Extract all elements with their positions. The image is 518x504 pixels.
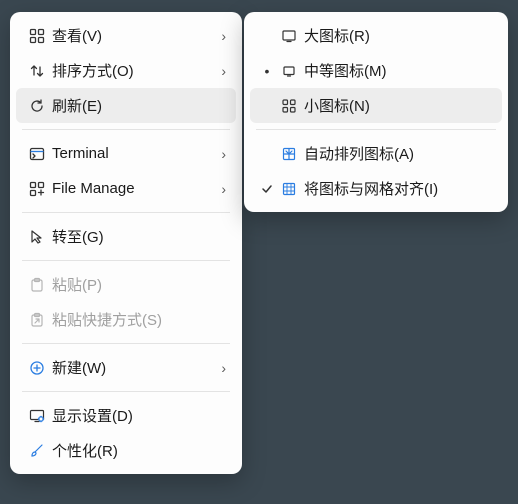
menu-item-personalize[interactable]: 个性化(R) xyxy=(16,433,236,468)
menu-label: 排序方式(O) xyxy=(50,60,212,81)
menu-separator xyxy=(22,212,230,213)
view-submenu: 大图标(R) • 中等图标(M) 小图标(N) xyxy=(244,12,508,212)
menu-label: 新建(W) xyxy=(50,357,212,378)
large-icons-icon xyxy=(276,28,302,44)
chevron-right-icon: › xyxy=(212,28,226,44)
menu-separator xyxy=(256,129,496,130)
menu-label: 粘贴快捷方式(S) xyxy=(50,309,226,330)
sort-icon xyxy=(24,63,50,79)
menu-label: 粘贴(P) xyxy=(50,274,226,295)
cursor-icon xyxy=(24,229,50,245)
medium-icons-icon xyxy=(276,63,302,79)
chevron-right-icon: › xyxy=(212,146,226,162)
refresh-icon xyxy=(24,98,50,114)
brush-icon xyxy=(24,443,50,459)
chevron-right-icon: › xyxy=(212,360,226,376)
submenu-item-auto-arrange[interactable]: 自动排列图标(A) xyxy=(250,136,502,171)
align-grid-icon xyxy=(276,181,302,197)
menu-separator xyxy=(22,129,230,130)
menu-item-new[interactable]: 新建(W) › xyxy=(16,350,236,385)
menu-item-terminal[interactable]: Terminal › xyxy=(16,136,236,171)
chevron-right-icon: › xyxy=(212,63,226,79)
menu-label: 刷新(E) xyxy=(50,95,226,116)
menu-item-view[interactable]: 查看(V) › xyxy=(16,18,236,53)
menu-label: 小图标(N) xyxy=(302,95,492,116)
menu-item-goto[interactable]: 转至(G) xyxy=(16,219,236,254)
chevron-right-icon: › xyxy=(212,181,226,197)
menu-label: Terminal xyxy=(50,145,212,162)
small-icons-icon xyxy=(276,98,302,114)
menu-label: File Manage xyxy=(50,180,212,197)
menu-item-display-settings[interactable]: 显示设置(D) xyxy=(16,398,236,433)
paste-icon xyxy=(24,277,50,293)
submenu-item-medium-icons[interactable]: • 中等图标(M) xyxy=(250,53,502,88)
menu-separator xyxy=(22,391,230,392)
menu-item-file-manage[interactable]: File Manage › xyxy=(16,171,236,206)
menu-label: 大图标(R) xyxy=(302,25,492,46)
check-marker-checked xyxy=(258,183,276,195)
plus-circle-icon xyxy=(24,360,50,376)
menu-label: 将图标与网格对齐(I) xyxy=(302,178,492,199)
menu-item-sort[interactable]: 排序方式(O) › xyxy=(16,53,236,88)
menu-separator xyxy=(22,343,230,344)
menu-item-paste: 粘贴(P) xyxy=(16,267,236,302)
apps-icon xyxy=(24,181,50,197)
menu-label: 个性化(R) xyxy=(50,440,226,461)
paste-shortcut-icon xyxy=(24,312,50,328)
menu-item-refresh[interactable]: 刷新(E) xyxy=(16,88,236,123)
terminal-icon xyxy=(24,146,50,162)
auto-arrange-icon xyxy=(276,146,302,162)
submenu-item-large-icons[interactable]: 大图标(R) xyxy=(250,18,502,53)
menu-label: 自动排列图标(A) xyxy=(302,143,492,164)
grid-icon xyxy=(24,28,50,44)
menu-label: 显示设置(D) xyxy=(50,405,226,426)
submenu-item-align-grid[interactable]: 将图标与网格对齐(I) xyxy=(250,171,502,206)
submenu-item-small-icons[interactable]: 小图标(N) xyxy=(250,88,502,123)
radio-marker-selected: • xyxy=(258,63,276,79)
menu-separator xyxy=(22,260,230,261)
menu-label: 转至(G) xyxy=(50,226,226,247)
desktop-context-menu: 查看(V) › 排序方式(O) › 刷新(E) xyxy=(10,12,242,474)
menu-label: 中等图标(M) xyxy=(302,60,492,81)
menu-label: 查看(V) xyxy=(50,25,212,46)
display-settings-icon xyxy=(24,408,50,424)
menu-item-paste-shortcut: 粘贴快捷方式(S) xyxy=(16,302,236,337)
